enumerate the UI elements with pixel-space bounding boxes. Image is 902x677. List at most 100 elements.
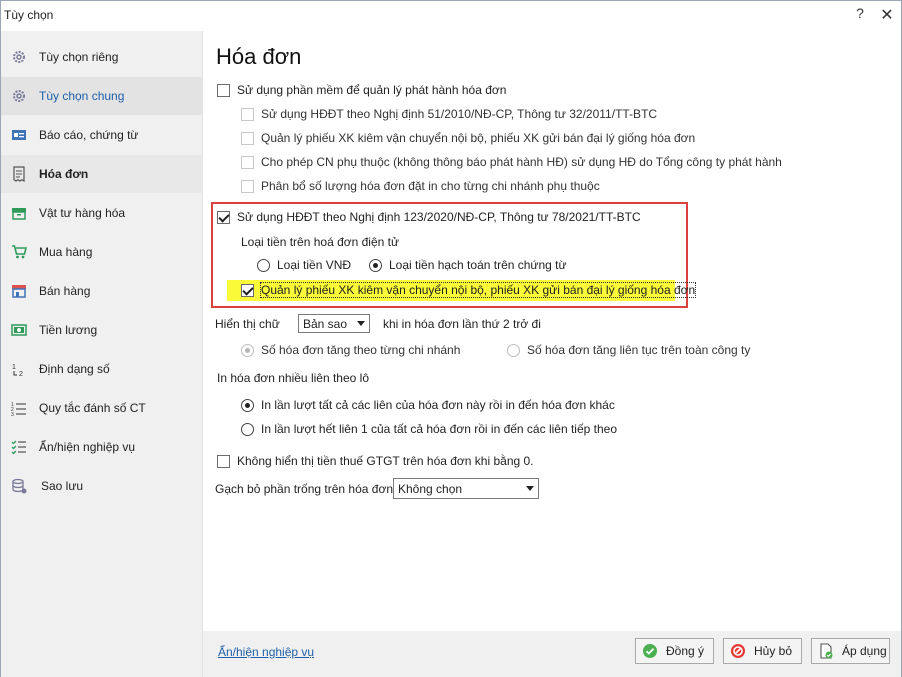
sidebar-item-salary[interactable]: Tiền lương: [1, 311, 203, 349]
use-software-label: Sử dụng phần mềm để quản lý phát hành hó…: [237, 83, 507, 97]
strike-blank-heading: Gạch bỏ phần trống trên hóa đơn: [215, 480, 393, 498]
svg-text:2: 2: [19, 371, 23, 377]
sub-option-export-slip[interactable]: Quản lý phiếu XK kiêm vận chuyển nội bộ,…: [241, 129, 695, 147]
export-slip-label: Quản lý phiếu XK kiêm vận chuyển nội bộ,…: [261, 131, 696, 145]
sidebar-item-label: Tiền lương: [39, 323, 98, 337]
title-bar: Tùy chọn ? ✕: [1, 1, 901, 31]
manage-export-slip-label: Quản lý phiếu XK kiêm vận chuyển nội bộ,…: [259, 282, 697, 298]
display-text-label: Hiển thị chữ: [215, 317, 280, 331]
export-slip-checkbox[interactable]: [241, 131, 254, 145]
display-text-heading: Hiển thị chữ: [215, 315, 280, 333]
manage-export-slip-option[interactable]: Quản lý phiếu XK kiêm vận chuyển nội bộ,…: [241, 281, 697, 299]
show-hide-operations-link[interactable]: Ẩn/hiện nghiệp vụ: [218, 645, 314, 659]
sidebar-item-general-options[interactable]: Tùy chọn chung: [1, 77, 203, 115]
display-text-suffix: khi in hóa đơn lần thứ 2 trở đi: [383, 317, 541, 331]
currency-accounting-radio[interactable]: [369, 258, 382, 272]
store-icon: [12, 285, 26, 298]
inv-number-branch-radio[interactable]: [241, 343, 254, 357]
use-software-checkbox[interactable]: [217, 83, 230, 97]
currency-accounting-option[interactable]: Loại tiền hạch toán trên chứng từ: [369, 256, 567, 274]
numbering-icon: 123: [11, 402, 26, 416]
print-option-1-radio[interactable]: [241, 398, 254, 412]
sidebar-item-inventory[interactable]: Vật tư hàng hóa: [1, 194, 203, 232]
decree-123-option[interactable]: Sử dụng HĐĐT theo Nghị định 123/2020/NĐ-…: [217, 208, 641, 226]
apply-button[interactable]: Áp dụng: [811, 638, 890, 664]
report-icon: [12, 130, 26, 140]
sidebar-item-backup[interactable]: Sao lưu: [1, 467, 203, 505]
ok-button[interactable]: Đồng ý: [635, 638, 714, 664]
sidebar-item-label: Tùy chọn riêng: [39, 50, 119, 64]
check-circle-icon: [643, 644, 657, 658]
decree-51-checkbox[interactable]: [241, 107, 254, 121]
sub-option-allocate-invoices[interactable]: Phân bổ số lượng hóa đơn đặt in cho từng…: [241, 177, 600, 195]
sub-option-decree-51[interactable]: Sử dụng HĐĐT theo Nghị định 51/2010/NĐ-C…: [241, 105, 657, 123]
svg-text:1: 1: [12, 364, 16, 371]
sidebar-item-label: Báo cáo, chứng từ: [39, 128, 139, 142]
number-format-icon: 12: [12, 364, 23, 377]
display-text-dropdown[interactable]: Bản sao: [298, 314, 370, 333]
strike-blank-dropdown[interactable]: Không chọn: [393, 478, 539, 499]
print-option-2-radio[interactable]: [241, 422, 254, 436]
options-dialog: Tùy chọn ? ✕ Tùy chọn riêng Tùy chọn chu…: [0, 0, 902, 677]
allocate-invoices-checkbox[interactable]: [241, 179, 254, 193]
inv-number-continuous-label: Số hóa đơn tăng liên tục trên toàn công …: [527, 343, 751, 357]
sidebar-item-number-format[interactable]: 12 Định dạng số: [1, 350, 203, 388]
inv-number-continuous-radio[interactable]: [507, 343, 520, 357]
print-option-2-label: In lần lượt hết liên 1 của tất cả hóa đơ…: [261, 422, 617, 436]
branch-use-checkbox[interactable]: [241, 155, 254, 169]
inv-number-branch-option[interactable]: Số hóa đơn tăng theo từng chi nhánh: [241, 341, 460, 359]
sub-option-branch-use[interactable]: Cho phép CN phụ thuộc (không thông báo p…: [241, 153, 782, 171]
gear-icon: [13, 90, 25, 102]
inv-number-branch-label: Số hóa đơn tăng theo từng chi nhánh: [261, 343, 461, 357]
print-option-2[interactable]: In lần lượt hết liên 1 của tất cả hóa đơ…: [241, 420, 617, 438]
invoice-icon: [13, 166, 25, 182]
sidebar-item-purchasing[interactable]: Mua hàng: [1, 233, 203, 271]
inv-number-continuous-option[interactable]: Số hóa đơn tăng liên tục trên toàn công …: [507, 341, 750, 359]
use-software-option[interactable]: Sử dụng phần mềm để quản lý phát hành hó…: [217, 81, 506, 99]
sidebar-item-label: Hóa đơn: [39, 167, 89, 181]
cancel-icon: [731, 644, 745, 658]
help-button[interactable]: ?: [852, 5, 868, 25]
currency-vnd-label: Loại tiền VNĐ: [277, 258, 352, 272]
decree-123-label: Sử dụng HĐĐT theo Nghị định 123/2020/NĐ-…: [237, 210, 641, 224]
hide-vat-zero-label: Không hiển thị tiền thuế GTGT trên hóa đ…: [237, 454, 534, 468]
sidebar-item-sales[interactable]: Bán hàng: [1, 272, 203, 310]
allocate-invoices-label: Phân bổ số lượng hóa đơn đặt in cho từng…: [261, 179, 600, 193]
database-icon: [12, 478, 27, 494]
currency-type-label: Loại tiền trên hoá đơn điện tử: [241, 235, 400, 249]
manage-export-slip-checkbox[interactable]: [241, 283, 254, 297]
sidebar-item-invoice[interactable]: Hóa đơn: [1, 155, 203, 193]
svg-text:3: 3: [11, 412, 14, 416]
sidebar-item-numbering-rules[interactable]: 123 Quy tắc đánh số CT: [1, 389, 203, 427]
currency-accounting-label: Loại tiền hạch toán trên chứng từ: [389, 258, 567, 272]
hide-vat-zero-checkbox[interactable]: [217, 454, 230, 468]
apply-button-label: Áp dụng: [842, 644, 887, 658]
sidebar-item-reports[interactable]: Báo cáo, chứng từ: [1, 116, 203, 154]
display-text-suffix-row: khi in hóa đơn lần thứ 2 trở đi: [383, 315, 541, 333]
cart-icon: [12, 245, 27, 259]
apply-icon: [820, 643, 833, 659]
sidebar-item-label: Bán hàng: [39, 284, 91, 298]
chevron-down-icon: [526, 486, 534, 491]
decree-123-checkbox[interactable]: [217, 210, 230, 224]
page-title: Hóa đơn: [216, 44, 302, 69]
currency-type-heading: Loại tiền trên hoá đơn điện tử: [241, 233, 399, 251]
dialog-title: Tùy chọn: [4, 8, 54, 22]
sidebar-item-show-hide-operations[interactable]: Ẩn/hiện nghiệp vụ: [1, 428, 203, 466]
cancel-button[interactable]: Hủy bỏ: [723, 638, 802, 664]
decree-51-label: Sử dụng HĐĐT theo Nghị định 51/2010/NĐ-C…: [261, 107, 658, 121]
currency-vnd-radio[interactable]: [257, 258, 270, 272]
print-multi-heading: In hóa đơn nhiều liên theo lô: [217, 369, 369, 387]
print-option-1-label: In lần lượt tất cả các liên của hóa đơn …: [261, 398, 615, 412]
currency-vnd-option[interactable]: Loại tiền VNĐ: [257, 256, 351, 274]
sidebar-item-label: Quy tắc đánh số CT: [39, 401, 146, 415]
sidebar: Tùy chọn riêng Tùy chọn chung Báo cáo, c…: [1, 31, 203, 677]
print-option-1[interactable]: In lần lượt tất cả các liên của hóa đơn …: [241, 396, 615, 414]
hide-vat-zero-option[interactable]: Không hiển thị tiền thuế GTGT trên hóa đ…: [217, 452, 534, 470]
close-button[interactable]: ✕: [878, 5, 896, 25]
main-panel: Hóa đơn Sử dụng phần mềm để quản lý phát…: [203, 31, 901, 631]
sidebar-item-personal-options[interactable]: Tùy chọn riêng: [1, 38, 203, 76]
sidebar-item-label: Định dạng số: [39, 362, 110, 376]
box-icon: [12, 208, 26, 220]
show-hide-icon: [11, 440, 26, 455]
